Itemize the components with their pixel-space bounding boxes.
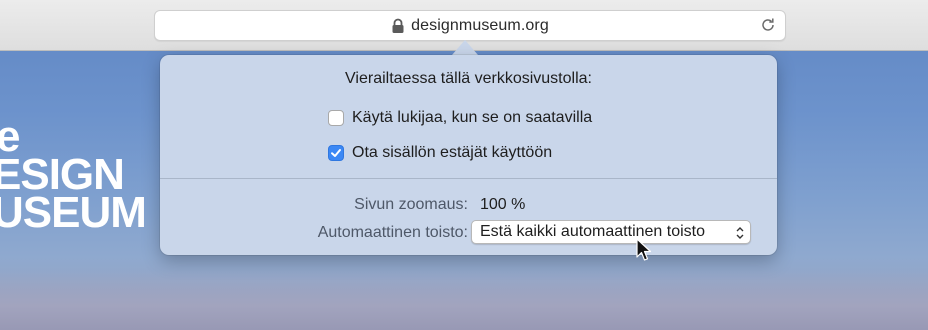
address-bar[interactable]: designmuseum.org xyxy=(154,10,786,41)
site-logo-line-3: USEUM xyxy=(0,188,147,237)
popover-divider xyxy=(160,178,777,179)
site-logo: e ESIGN USEUM xyxy=(0,115,147,237)
background-clouds xyxy=(0,270,928,330)
reader-option-label: Käytä lukijaa, kun se on saatavilla xyxy=(352,109,593,126)
checkmark-icon xyxy=(331,149,341,157)
autoplay-select[interactable]: Estä kaikki automaattinen toisto xyxy=(471,220,751,244)
popover-heading: Vierailtaessa tällä verkkosivustolla: xyxy=(345,70,592,87)
zoom-label: Sivun zoomaus: xyxy=(354,196,468,213)
reload-icon[interactable] xyxy=(759,16,777,34)
reader-checkbox[interactable] xyxy=(328,110,344,126)
autoplay-label: Automaattinen toisto: xyxy=(317,224,468,241)
url-text[interactable]: designmuseum.org xyxy=(411,17,549,35)
zoom-value: 100 % xyxy=(480,196,526,213)
website-settings-popover: Vierailtaessa tällä verkkosivustolla: Kä… xyxy=(160,55,777,255)
reader-option[interactable]: Käytä lukijaa, kun se on saatavilla xyxy=(328,109,592,127)
popover-arrow xyxy=(452,40,478,55)
content-blockers-option[interactable]: Ota sisällön estäjät käyttöön xyxy=(328,144,552,162)
content-blockers-label: Ota sisällön estäjät käyttöön xyxy=(352,144,553,161)
mouse-pointer-icon xyxy=(636,238,652,261)
autoplay-selected-value: Estä kaikki automaattinen toisto xyxy=(480,223,706,240)
address-bar-content: designmuseum.org xyxy=(155,11,785,40)
lock-icon xyxy=(392,18,404,33)
content-blockers-checkbox[interactable] xyxy=(328,145,344,161)
chevron-updown-icon xyxy=(736,227,744,239)
